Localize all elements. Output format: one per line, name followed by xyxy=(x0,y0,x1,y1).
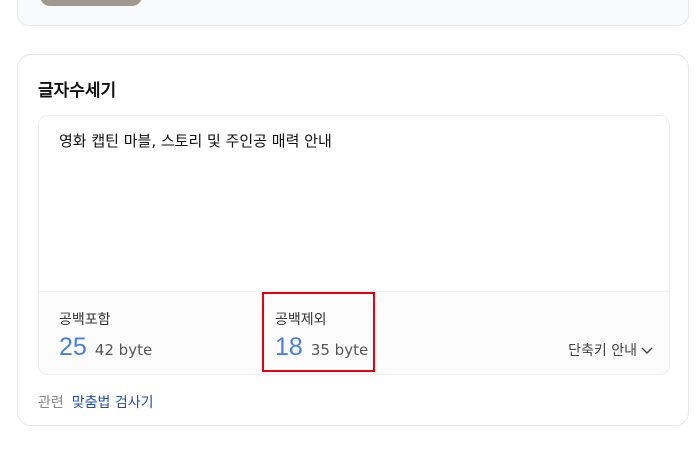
stat-without-spaces: 공백제외 18 35 byte xyxy=(275,309,368,362)
char-counter-card: 글자수세기 영화 캡틴 마블, 스토리 및 주인공 매력 안내 공백포함 25 4… xyxy=(17,54,689,426)
counter-box: 영화 캡틴 마블, 스토리 및 주인공 매력 안내 공백포함 25 42 byte… xyxy=(38,115,670,375)
thumbnail-image[interactable] xyxy=(40,0,142,6)
stat-with-spaces: 공백포함 25 42 byte xyxy=(59,309,152,362)
byte-count: 35 byte xyxy=(310,341,369,359)
char-count: 25 xyxy=(59,333,87,361)
byte-count: 42 byte xyxy=(94,341,153,359)
spell-checker-link[interactable]: 맞춤법 검사기 xyxy=(72,395,154,411)
card-title: 글자수세기 xyxy=(38,81,117,101)
text-input[interactable]: 영화 캡틴 마블, 스토리 및 주인공 매력 안내 xyxy=(39,116,669,291)
chevron-down-icon xyxy=(641,345,653,358)
related-links: 관련 맞춤법 검사기 xyxy=(38,392,154,412)
stat-label: 공백포함 xyxy=(59,312,111,328)
shortcut-guide-button[interactable]: 단축키 안내 xyxy=(568,340,653,360)
related-label: 관련 xyxy=(38,395,64,411)
stat-label: 공백제외 xyxy=(275,312,327,328)
previous-result-card xyxy=(17,0,689,26)
char-count: 18 xyxy=(275,333,303,361)
stats-bar: 공백포함 25 42 byte 공백제외 18 35 byte 단축키 안내 xyxy=(39,291,669,374)
shortcut-label: 단축키 안내 xyxy=(568,343,637,359)
